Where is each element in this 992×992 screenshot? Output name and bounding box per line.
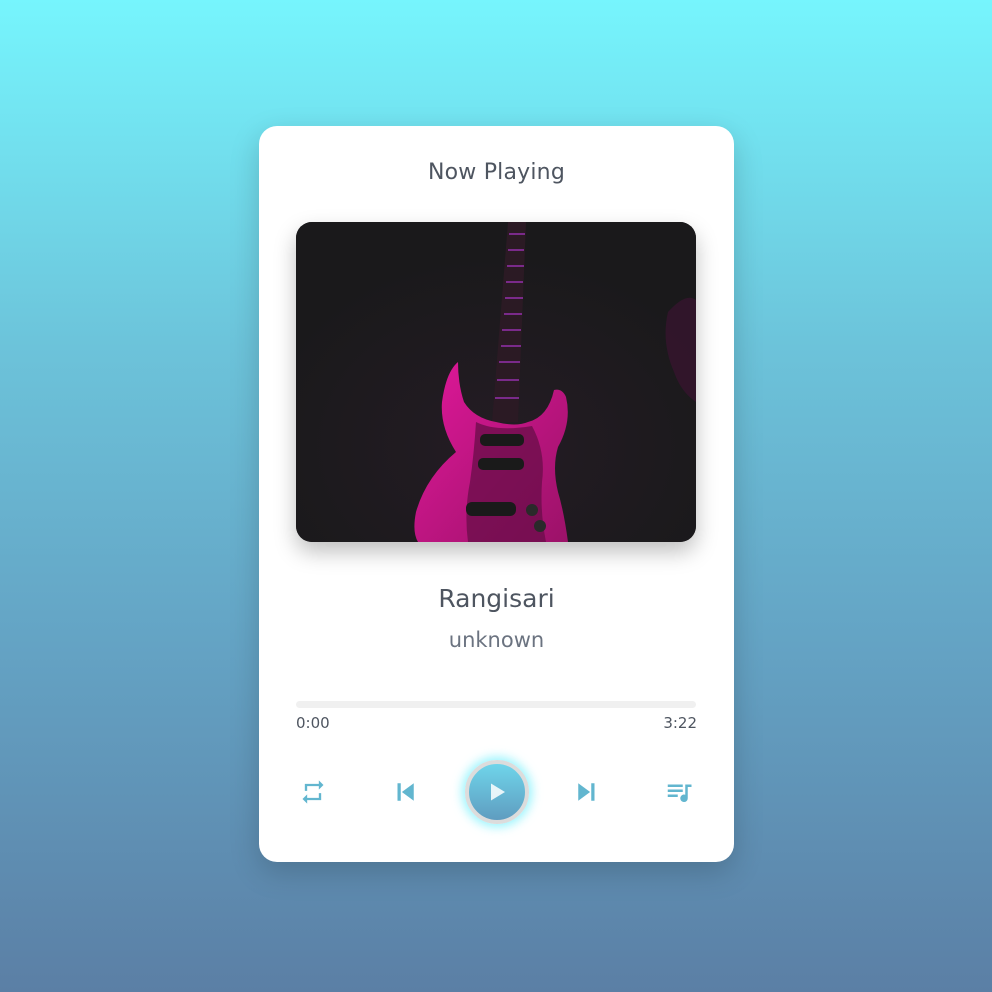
album-art: [296, 222, 696, 542]
next-button[interactable]: [567, 754, 607, 830]
total-time: 3:22: [663, 714, 697, 732]
progress-bar[interactable]: [296, 701, 696, 708]
song-title: Rangisari: [438, 584, 555, 613]
playback-controls: [259, 754, 734, 830]
album-art-image: [296, 222, 696, 542]
song-artist: unknown: [448, 628, 545, 652]
play-button-circle: [465, 760, 529, 824]
repeat-icon: [302, 780, 324, 804]
skip-next-icon: [578, 783, 595, 801]
current-time: 0:00: [296, 714, 330, 732]
repeat-button[interactable]: [293, 754, 333, 830]
play-button[interactable]: [461, 754, 533, 830]
player-card: Now Playing Rangisari unknown 0:00 3:22: [259, 126, 734, 862]
previous-button[interactable]: [385, 754, 425, 830]
skip-previous-icon: [397, 783, 414, 801]
page-title: Now Playing: [427, 160, 565, 185]
playlist-button[interactable]: [659, 754, 699, 830]
playlist-icon: [667, 784, 692, 803]
play-icon: [491, 783, 505, 801]
